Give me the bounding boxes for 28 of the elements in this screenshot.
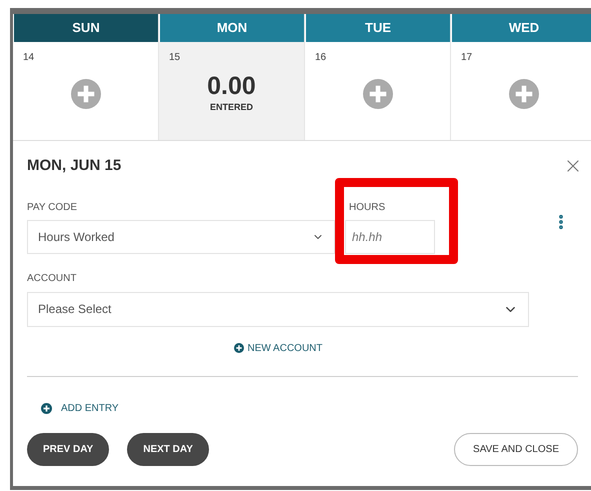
day-header[interactable]: SUN: [13, 14, 158, 42]
nav-button[interactable]: NEXT DAY: [127, 432, 209, 466]
nav-button[interactable]: SAVE AND CLOSE: [454, 432, 578, 466]
date-number: 15: [169, 51, 180, 65]
panel-title: MON, JUN 15: [27, 156, 122, 176]
hours-field[interactable]: hh.hh: [345, 220, 435, 254]
new-account-link[interactable]: NEW ACCOUNT: [234, 340, 322, 356]
nav-button[interactable]: PREV DAY: [27, 432, 110, 466]
entered-label: ENTERED: [210, 100, 253, 114]
plus-icon: [41, 402, 52, 414]
add-entry-link[interactable]: ADD ENTRY: [41, 400, 119, 416]
field-label: HOURS: [349, 200, 386, 214]
account-select[interactable]: Please Select: [27, 292, 529, 326]
day-header[interactable]: WED: [451, 14, 591, 42]
date-number: 14: [23, 51, 34, 65]
field-label: PAY CODE: [27, 200, 78, 214]
day-cell[interactable]: 15 0.00 ENTERED: [159, 42, 304, 140]
day-header[interactable]: TUE: [305, 14, 450, 42]
date-number: 17: [461, 51, 472, 65]
hours-total: 0.00: [207, 74, 256, 99]
pay-code-select[interactable]: Hours Worked: [27, 220, 335, 254]
day-header[interactable]: MON: [159, 14, 304, 42]
add-icon: [508, 79, 538, 109]
field-label: ACCOUNT: [27, 272, 78, 286]
date-number: 16: [315, 51, 326, 65]
add-icon: [70, 79, 100, 109]
plus-icon: [234, 343, 244, 353]
add-icon: [362, 79, 392, 109]
